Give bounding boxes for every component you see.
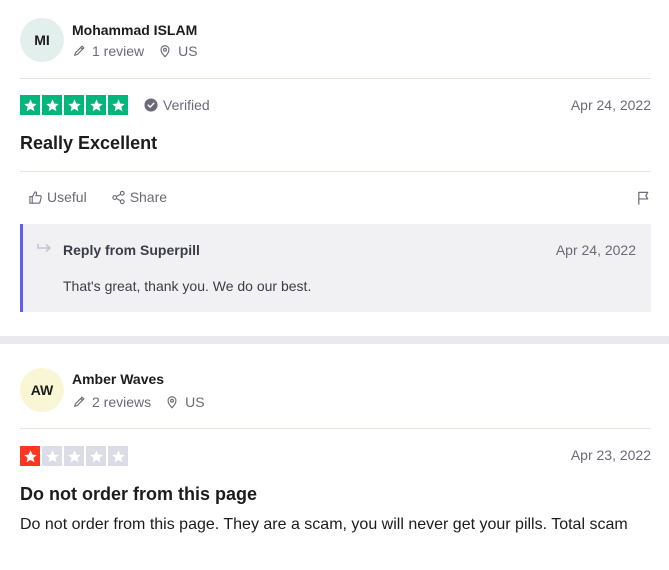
star-icon	[108, 446, 128, 466]
reply-arrow-icon	[37, 243, 51, 253]
reviewer-meta: 2 reviews US	[72, 394, 205, 410]
review-separator	[0, 336, 669, 344]
reply-text: That's great, thank you. We do our best.	[63, 278, 312, 294]
divider	[20, 428, 651, 429]
review-count: 2 reviews	[92, 394, 152, 410]
star-rating	[20, 95, 128, 115]
reply-date: Apr 24, 2022	[555, 242, 636, 258]
divider	[20, 171, 651, 172]
company-reply: Reply from Superpill Apr 24, 2022 That's…	[20, 224, 651, 312]
review-date: Apr 24, 2022	[570, 97, 651, 113]
reviewer-name[interactable]: Amber Waves	[72, 371, 164, 387]
verified-badge[interactable]: Verified	[144, 97, 210, 113]
review-title[interactable]: Do not order from this page	[20, 484, 257, 505]
star-icon	[20, 446, 40, 466]
review-count: 1 review	[92, 43, 145, 59]
share-icon	[112, 190, 125, 204]
star-icon	[86, 446, 106, 466]
pencil-icon	[74, 396, 85, 407]
reviewer-name[interactable]: Mohammad ISLAM	[72, 22, 197, 38]
reviewer-country: US	[185, 394, 205, 410]
reviewer-meta: 1 review US	[72, 43, 198, 59]
avatar[interactable]: MI	[20, 18, 64, 62]
star-icon	[42, 446, 62, 466]
review-date: Apr 23, 2022	[570, 447, 651, 463]
star-icon	[86, 95, 106, 115]
divider	[20, 78, 651, 79]
reviewer-country: US	[178, 43, 198, 59]
star-icon	[20, 95, 40, 115]
avatar[interactable]: AW	[20, 368, 64, 412]
star-rating	[20, 446, 128, 466]
star-icon	[64, 95, 84, 115]
review-actions: Useful Share	[28, 189, 167, 205]
review-title[interactable]: Really Excellent	[20, 133, 157, 154]
star-icon	[42, 95, 62, 115]
verified-check-icon	[144, 98, 158, 112]
star-icon	[108, 95, 128, 115]
share-label: Share	[129, 189, 168, 205]
thumbs-up-icon	[29, 190, 42, 204]
pencil-icon	[74, 45, 85, 56]
location-pin-icon	[160, 45, 170, 58]
flag-icon	[638, 191, 649, 205]
location-pin-icon	[167, 396, 177, 409]
report-flag-button[interactable]	[636, 190, 651, 211]
useful-label: Useful	[47, 189, 87, 205]
reply-header: Reply from Superpill	[63, 242, 200, 258]
verified-label: Verified	[163, 97, 210, 113]
useful-button[interactable]: Useful	[28, 189, 87, 205]
share-button[interactable]: Share	[111, 189, 167, 205]
star-icon	[64, 446, 84, 466]
review-body: Do not order from this page. They are a …	[20, 516, 628, 533]
